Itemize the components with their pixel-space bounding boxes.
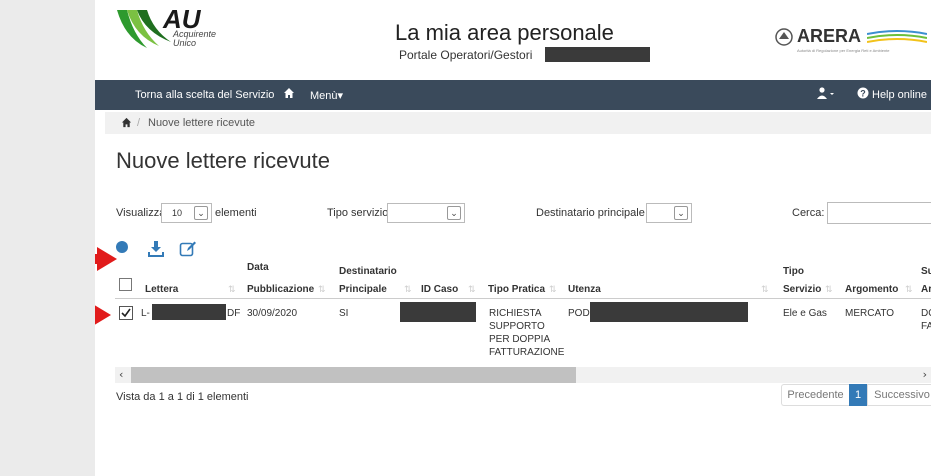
arera-logo: ARERA Autorità di Regolazione per Energi… (775, 26, 931, 56)
cell-dest: SI (339, 308, 349, 319)
sort-icon[interactable]: ⇅ (825, 284, 833, 295)
destinatario-label: Destinatario principale (536, 207, 645, 219)
col-data-1[interactable]: Data (247, 262, 269, 274)
chevron-down-icon: ⌄ (447, 206, 461, 220)
arera-text: ARERA (797, 26, 862, 46)
horizontal-scrollbar[interactable]: ‹ › (115, 367, 931, 383)
col-utenza[interactable]: Utenza (568, 284, 601, 296)
arera-waves-icon (867, 30, 927, 43)
col-id-caso[interactable]: ID Caso (421, 284, 458, 296)
scroll-left-icon[interactable]: ‹ (119, 368, 123, 381)
red-annotation-arrow (95, 247, 117, 271)
caret-down-icon: ▾ (337, 90, 344, 102)
sort-icon[interactable]: ⇅ (905, 284, 913, 295)
breadcrumb-home-icon[interactable] (121, 117, 132, 131)
logo-subtitle: Acquirente Unico (173, 29, 217, 48)
pagination-previous[interactable]: Precedente (781, 384, 849, 406)
col-sub-1[interactable]: Su (921, 266, 931, 278)
breadcrumb: / Nuove lettere ricevute (105, 112, 931, 134)
chevron-down-icon: ⌄ (674, 206, 688, 220)
cell-tipo-pratica-4: FATTURAZIONE (489, 347, 565, 358)
sort-icon[interactable]: ⇅ (404, 284, 412, 295)
red-annotation-arrow (95, 305, 111, 325)
cell-sub-1: DO (921, 308, 931, 319)
breadcrumb-separator: / (137, 117, 141, 129)
search-label: Cerca: (792, 207, 825, 219)
pagination-next[interactable]: Successivo (867, 384, 931, 406)
redacted-operator-name (545, 47, 650, 62)
col-dest-1[interactable]: Destinatario (339, 266, 397, 278)
cell-tipo-servizio: Ele e Gas (783, 308, 827, 319)
breadcrumb-current: Nuove lettere ricevute (148, 117, 255, 129)
scroll-right-icon[interactable]: › (923, 368, 927, 381)
select-all-checkbox[interactable] (119, 278, 132, 291)
cell-sub-2: FA (921, 321, 931, 332)
nav-menu-dropdown[interactable]: Menù▾ (310, 89, 343, 102)
col-tipo-pratica[interactable]: Tipo Pratica (488, 284, 545, 296)
scrollbar-thumb[interactable] (131, 367, 576, 383)
col-lettera[interactable]: Lettera (145, 284, 178, 296)
chevron-down-icon: ⌄ (194, 206, 208, 220)
cell-lettera-suffix: DF (227, 308, 241, 319)
page-length-select[interactable]: 10 ⌄ (161, 203, 212, 223)
tipo-servizio-select[interactable]: ⌄ (387, 203, 465, 223)
left-gray-margin (0, 0, 95, 476)
elements-label: elementi (215, 207, 257, 219)
page-length-value: 10 (172, 208, 183, 218)
check-icon (121, 308, 131, 318)
sort-icon[interactable]: ⇅ (761, 284, 769, 295)
edit-icon[interactable] (179, 240, 197, 263)
sort-icon[interactable]: ⇅ (318, 284, 326, 295)
tipo-servizio-label: Tipo servizio (327, 207, 389, 219)
help-online-link[interactable]: Help online (872, 89, 927, 101)
view-eye-icon[interactable] (115, 240, 129, 259)
au-logo: AU Acquirente Unico (115, 4, 235, 50)
col-tipo-servizio-1[interactable]: Tipo (783, 266, 804, 278)
download-icon[interactable] (147, 240, 165, 263)
cell-argomento: MERCATO (845, 308, 895, 319)
navbar: Torna alla scelta del Servizio Menù▾ ? H… (95, 80, 931, 110)
col-tipo-servizio-2[interactable]: Servizio (783, 284, 821, 296)
table-info: Vista da 1 a 1 di 1 elementi (116, 391, 249, 403)
arera-emblem-icon (775, 28, 793, 46)
cell-tipo-pratica-2: SUPPORTO (489, 321, 545, 332)
col-sub-2[interactable]: Ar (921, 284, 931, 296)
col-dest-2[interactable]: Principale (339, 284, 387, 296)
svg-text:?: ? (860, 89, 866, 99)
header: AU Acquirente Unico La mia area personal… (95, 0, 931, 72)
cell-lettera-prefix: L- (141, 308, 150, 319)
cell-tipo-pratica-1: RICHIESTA (489, 308, 542, 319)
page-title: Nuove lettere ricevute (116, 148, 330, 173)
col-argomento[interactable]: Argomento (845, 284, 898, 296)
portal-subtitle: Portale Operatori/Gestori (399, 48, 533, 62)
cell-utenza-prefix: POD: (568, 308, 593, 319)
pagination-page-1[interactable]: 1 (849, 384, 867, 406)
redacted-id-caso (400, 302, 476, 322)
nav-back-link[interactable]: Torna alla scelta del Servizio (135, 89, 274, 101)
redacted-lettera (152, 304, 226, 320)
sort-icon[interactable]: ⇅ (468, 284, 476, 295)
row-checkbox[interactable] (119, 306, 133, 320)
redacted-utenza (590, 302, 748, 322)
sort-icon[interactable]: ⇅ (549, 284, 557, 295)
header-divider (115, 298, 931, 299)
portal-title: La mia area personale (395, 20, 614, 45)
help-icon[interactable]: ? (857, 87, 869, 102)
sort-icon[interactable]: ⇅ (228, 284, 236, 295)
cell-tipo-pratica-3: PER DOPPIA (489, 334, 551, 345)
arera-subtext: Autorità di Regolazione per Energia Reti… (797, 48, 890, 53)
destinatario-select[interactable]: ⌄ (646, 203, 692, 223)
user-menu-icon[interactable] (817, 87, 835, 102)
nav-home-icon[interactable] (283, 87, 295, 102)
search-input[interactable] (827, 202, 931, 224)
show-label: Visualizza (116, 207, 166, 219)
cell-data: 30/09/2020 (247, 308, 298, 319)
page: AU Acquirente Unico La mia area personal… (95, 0, 931, 476)
col-data-2[interactable]: Pubblicazione (247, 284, 314, 296)
